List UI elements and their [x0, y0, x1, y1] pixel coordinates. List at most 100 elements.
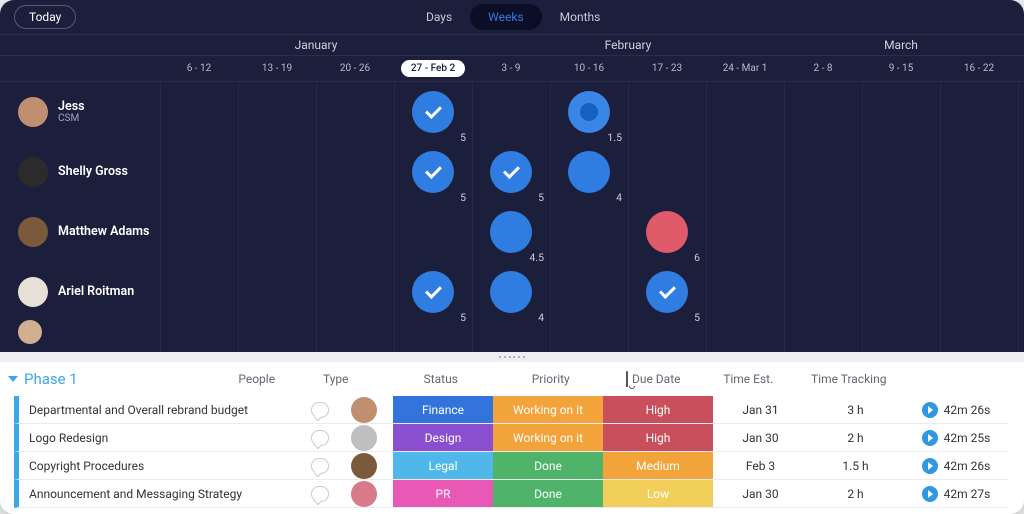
timeline-cell[interactable] [550, 262, 628, 322]
play-icon[interactable] [922, 430, 938, 446]
prio-cell[interactable]: High [603, 424, 713, 452]
type-cell[interactable]: Legal [393, 452, 493, 480]
person-cell[interactable]: Ariel Roitman [0, 277, 160, 307]
timeline-cell[interactable] [160, 202, 238, 262]
timeline-cell[interactable] [784, 262, 862, 322]
timeline-cell[interactable] [862, 82, 940, 142]
people-cell[interactable] [335, 480, 393, 508]
type-cell[interactable]: Finance [393, 396, 493, 424]
timeline-cell[interactable] [316, 82, 394, 142]
timeline-cell[interactable] [316, 262, 394, 322]
person-cell[interactable]: Shelly Gross [0, 157, 160, 187]
play-icon[interactable] [922, 402, 938, 418]
person-cell[interactable]: Matthew Adams [0, 217, 160, 247]
timeline-cell[interactable] [862, 142, 940, 202]
timeline-cell[interactable]: 4 [550, 142, 628, 202]
tracking-cell[interactable]: 42m 25s [903, 424, 1009, 452]
timeline-cell[interactable] [550, 202, 628, 262]
timeline-cell[interactable] [628, 82, 706, 142]
workload-bubble[interactable] [412, 271, 454, 313]
play-icon[interactable] [922, 486, 938, 502]
timeline-cell[interactable] [316, 202, 394, 262]
week-header[interactable]: 20 - 26 [316, 56, 394, 81]
timeline-cell[interactable] [706, 262, 784, 322]
person-cell[interactable]: JessCSM [0, 97, 160, 127]
due-cell[interactable]: Jan 30 [713, 480, 808, 508]
timeline-cell[interactable] [472, 82, 550, 142]
week-header[interactable]: 27 - Feb 2 [394, 56, 472, 81]
timeline-cell[interactable]: 5 [394, 82, 472, 142]
timeline-cell[interactable] [784, 142, 862, 202]
timeline-cell[interactable] [160, 142, 238, 202]
play-icon[interactable] [922, 458, 938, 474]
timeline-cell[interactable] [316, 142, 394, 202]
timeline-cell[interactable] [940, 202, 1018, 262]
week-header[interactable]: 13 - 19 [238, 56, 316, 81]
timeline-cell[interactable] [394, 202, 472, 262]
task-name[interactable]: Announcement and Messaging Strategy [14, 480, 305, 508]
status-cell[interactable]: Working on it [493, 396, 603, 424]
timeline-cell[interactable]: 5 [394, 142, 472, 202]
timeline-cell[interactable] [940, 142, 1018, 202]
workload-bubble[interactable] [646, 211, 688, 253]
workload-bubble[interactable] [412, 91, 454, 133]
resize-handle[interactable] [0, 352, 1024, 362]
timeline-cell[interactable] [862, 262, 940, 322]
workload-bubble[interactable] [646, 271, 688, 313]
timeline-cell[interactable]: 6 [628, 202, 706, 262]
people-cell[interactable] [335, 396, 393, 424]
week-header[interactable]: 6 - 12 [160, 56, 238, 81]
timeline-cell[interactable] [238, 262, 316, 322]
est-cell[interactable]: 2 h [808, 480, 903, 508]
week-header[interactable]: 24 - Mar 1 [706, 56, 784, 81]
chat-button[interactable] [305, 452, 335, 480]
week-header[interactable]: 3 - 9 [472, 56, 550, 81]
est-cell[interactable]: 1.5 h [808, 452, 903, 480]
chat-button[interactable] [305, 396, 335, 424]
timeline-cell[interactable] [940, 262, 1018, 322]
due-cell[interactable]: Jan 31 [713, 396, 808, 424]
timeline-cell[interactable]: 1.5 [550, 82, 628, 142]
timeline-cell[interactable]: 4.5 [472, 202, 550, 262]
prio-cell[interactable]: Medium [603, 452, 713, 480]
chat-button[interactable] [305, 480, 335, 508]
timeline-cell[interactable] [706, 82, 784, 142]
due-cell[interactable]: Jan 30 [713, 424, 808, 452]
workload-bubble[interactable] [490, 211, 532, 253]
est-cell[interactable]: 3 h [808, 396, 903, 424]
today-button[interactable]: Today [14, 5, 76, 29]
workload-bubble[interactable] [490, 271, 532, 313]
timeline-cell[interactable] [160, 262, 238, 322]
timeline-cell[interactable] [706, 202, 784, 262]
type-cell[interactable]: PR [393, 480, 493, 508]
people-cell[interactable] [335, 452, 393, 480]
timeline-cell[interactable] [706, 142, 784, 202]
timeline-cell[interactable] [628, 142, 706, 202]
seg-months[interactable]: Months [542, 4, 619, 30]
workload-bubble[interactable] [568, 91, 610, 133]
timeline-cell[interactable] [784, 202, 862, 262]
task-name[interactable]: Copyright Procedures [14, 452, 305, 480]
timeline-cell[interactable]: 5 [472, 142, 550, 202]
timeline-cell[interactable] [238, 202, 316, 262]
timeline-cell[interactable]: 4 [472, 262, 550, 322]
est-cell[interactable]: 2 h [808, 424, 903, 452]
status-cell[interactable]: Done [493, 480, 603, 508]
week-header[interactable]: 2 - 8 [784, 56, 862, 81]
week-header[interactable]: 9 - 15 [862, 56, 940, 81]
timeline-cell[interactable]: 5 [394, 262, 472, 322]
people-cell[interactable] [335, 424, 393, 452]
week-header[interactable]: 16 - 22 [940, 56, 1018, 81]
workload-bubble[interactable] [412, 151, 454, 193]
workload-bubble[interactable] [568, 151, 610, 193]
timeline-cell[interactable] [160, 82, 238, 142]
timeline-cell[interactable] [940, 82, 1018, 142]
tracking-cell[interactable]: 42m 26s [903, 396, 1009, 424]
week-header[interactable]: 10 - 16 [550, 56, 628, 81]
status-cell[interactable]: Done [493, 452, 603, 480]
task-name[interactable]: Departmental and Overall rebrand budget [14, 396, 305, 424]
prio-cell[interactable]: High [603, 396, 713, 424]
prio-cell[interactable]: Low [603, 480, 713, 508]
task-name[interactable]: Logo Redesign [14, 424, 305, 452]
seg-weeks[interactable]: Weeks [470, 4, 541, 30]
